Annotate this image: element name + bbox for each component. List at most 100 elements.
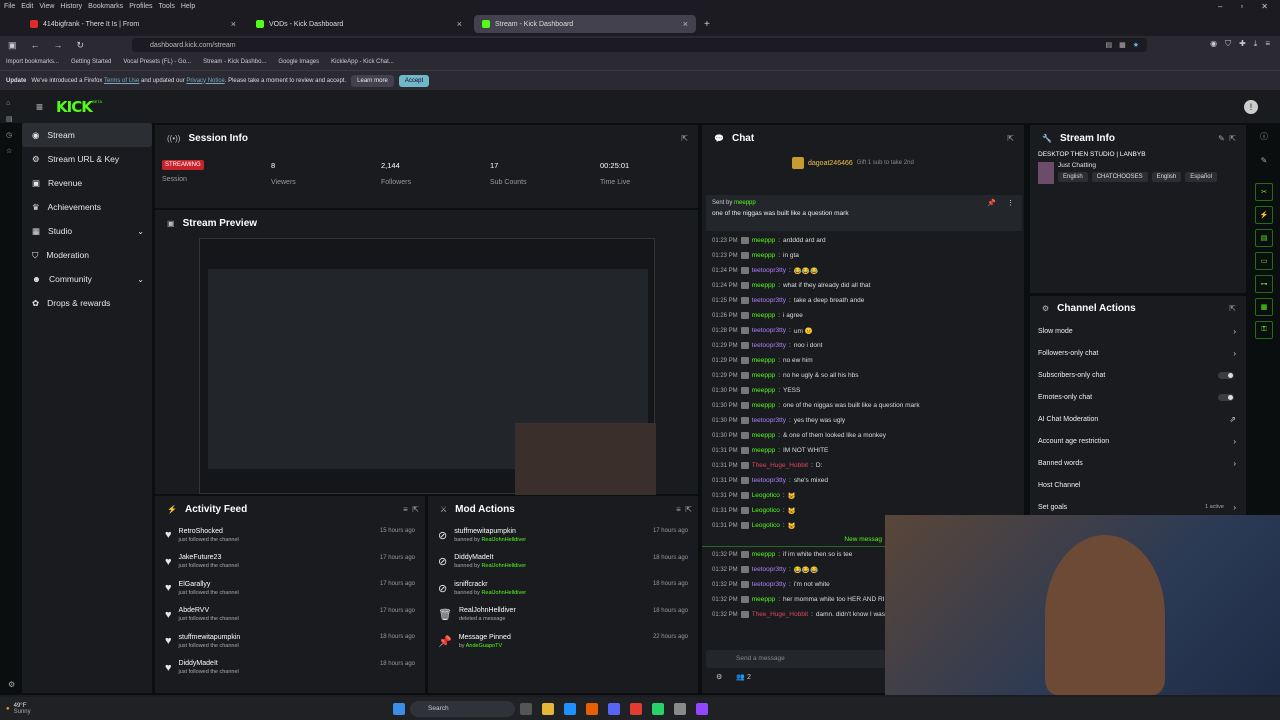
host-channel-row[interactable]: Host Channel	[1030, 474, 1246, 496]
picture-icon[interactable]: ▦	[1119, 41, 1126, 49]
discord-icon[interactable]	[608, 702, 620, 715]
firefox-icon[interactable]	[586, 702, 598, 715]
chat-username[interactable]: meeppp	[752, 252, 776, 259]
popout-icon[interactable]: ⇱	[681, 134, 688, 143]
tab-stream[interactable]: Stream - Kick Dashboard ×	[474, 15, 696, 33]
reader-icon[interactable]: ▤	[1105, 41, 1112, 49]
task-view-icon[interactable]	[520, 702, 532, 715]
popout-icon[interactable]: ⇱	[1007, 134, 1014, 143]
rail-card-button[interactable]: ▭	[1255, 252, 1273, 270]
pencil-icon[interactable]: ✎	[1250, 156, 1278, 165]
stream-preview-video[interactable]	[199, 238, 656, 495]
settings-gear-icon[interactable]: ⚙	[8, 680, 15, 689]
back-icon[interactable]: ←	[31, 40, 40, 50]
menu-history[interactable]: History	[60, 3, 82, 10]
taskbar-search[interactable]: Search	[410, 700, 515, 717]
forward-icon[interactable]: →	[54, 40, 63, 50]
star-icon[interactable]: ☆	[6, 147, 20, 155]
new-tab-button[interactable]: +	[704, 19, 710, 30]
sidebar-item-achievements[interactable]: ♛ Achievements	[22, 195, 152, 219]
chat-username[interactable]: meeppp	[752, 387, 776, 394]
chat-input[interactable]: Send a message	[706, 650, 886, 668]
subscribers-only-toggle[interactable]	[1218, 371, 1234, 379]
edit-icon[interactable]: ✎ ⇱	[1218, 134, 1236, 143]
windows-start-icon[interactable]	[393, 702, 405, 715]
chat-username[interactable]: teetoopr3tty	[752, 267, 786, 274]
chat-username[interactable]: meeppp	[752, 237, 776, 244]
steam-icon[interactable]	[674, 702, 686, 715]
chat-username[interactable]: meeppp	[752, 357, 776, 364]
chat-username[interactable]: meeppp	[752, 551, 776, 558]
menu-edit[interactable]: Edit	[21, 3, 33, 10]
filter-icon[interactable]: ≡ ⇱	[403, 505, 419, 514]
chat-username[interactable]: meeppp	[752, 447, 776, 454]
chat-username[interactable]: teetoopr3tty	[752, 297, 786, 304]
bookmark-google-images[interactable]: Google Images	[278, 59, 319, 65]
close-tab-icon[interactable]: ×	[457, 19, 462, 29]
rail-clips-button[interactable]: ✂	[1255, 183, 1273, 201]
popout-icon[interactable]: ⇱	[1229, 304, 1236, 313]
info-icon[interactable]: ⓘ	[1250, 131, 1278, 142]
rail-doc-button[interactable]: ▤	[1255, 229, 1273, 247]
sidebar-item-studio[interactable]: ▦ Studio ⌄	[22, 219, 152, 243]
shield-icon[interactable]: ⛉	[1225, 39, 1231, 49]
chat-username[interactable]: Leogotico	[752, 522, 780, 529]
file-explorer-icon[interactable]	[542, 702, 554, 715]
sidebar-toggle-icon[interactable]: ▣	[8, 40, 17, 51]
edge-icon[interactable]	[564, 702, 576, 715]
download-icon[interactable]: ⤓	[1254, 39, 1258, 49]
maximize-icon[interactable]: ▫	[1240, 2, 1243, 11]
menu-icon[interactable]: ≡	[1265, 39, 1270, 49]
sidebar-item-drops-rewards[interactable]: ✿ Drops & rewards	[22, 291, 152, 315]
close-tab-icon[interactable]: ×	[683, 19, 688, 29]
privacy-link[interactable]: Privacy Notice	[186, 78, 224, 84]
chat-username[interactable]: meeppp	[752, 596, 776, 603]
rail-key-button[interactable]: ⚿	[1255, 321, 1273, 339]
chat-username[interactable]: teetoopr3tty	[752, 581, 786, 588]
whatsapp-icon[interactable]	[652, 702, 664, 715]
account-age-row[interactable]: Account age restriction ›	[1030, 430, 1246, 452]
more-options-icon[interactable]: ⋮	[1007, 199, 1014, 207]
menu-bookmarks[interactable]: Bookmarks	[88, 3, 123, 10]
bookmark-stream-kick[interactable]: Stream - Kick Dashbo...	[203, 59, 266, 65]
followers-only-row[interactable]: Followers-only chat ›	[1030, 342, 1246, 364]
rail-cal-button[interactable]: ▦	[1255, 298, 1273, 316]
chat-username[interactable]: meeppp	[752, 312, 776, 319]
bookmark-kickleapp[interactable]: KickleApp - Kick Chat...	[331, 59, 394, 65]
menu-help[interactable]: Help	[181, 3, 195, 10]
chat-username[interactable]: teetoopr3tty	[752, 566, 786, 573]
slow-mode-row[interactable]: Slow mode ›	[1030, 320, 1246, 342]
rail-link-button[interactable]: ⊶	[1255, 275, 1273, 293]
menu-file[interactable]: File	[4, 3, 15, 10]
url-bar[interactable]: dashboard.kick.com/stream ▤ ▦ ★	[132, 38, 1147, 52]
hamburger-menu-icon[interactable]: ≡	[36, 100, 43, 114]
bookmark-vocal-presets[interactable]: Vocal Presets (FL) - Go...	[123, 59, 191, 65]
chat-username[interactable]: meeppp	[752, 372, 776, 379]
chat-settings-icon[interactable]: ⚙	[716, 673, 722, 681]
pin-icon[interactable]: 📌	[987, 199, 996, 207]
tab-vods[interactable]: VODs - Kick Dashboard ×	[248, 15, 470, 33]
profile-avatar[interactable]: !	[1244, 100, 1258, 114]
sidebar-item-moderation[interactable]: ⛉ Moderation	[22, 243, 152, 267]
menu-tools[interactable]: Tools	[159, 3, 175, 10]
minimize-icon[interactable]: –	[1218, 2, 1222, 11]
chat-username[interactable]: meeppp	[752, 432, 776, 439]
sidebar-item-revenue[interactable]: ▣ Revenue	[22, 171, 152, 195]
sidebar-item-stream[interactable]: ◉ Stream	[22, 123, 152, 147]
close-tab-icon[interactable]: ×	[231, 19, 236, 29]
emotes-only-toggle[interactable]	[1218, 393, 1234, 401]
extensions-icon[interactable]: ✚	[1239, 39, 1246, 49]
sidebar-item-stream-url-key[interactable]: ⚙ Stream URL & Key	[22, 147, 152, 171]
home-icon[interactable]: ⌂	[6, 100, 20, 107]
chat-username[interactable]: Leogotico	[752, 507, 780, 514]
kick-logo[interactable]: KICK	[56, 98, 93, 116]
bookmark-star-icon[interactable]: ★	[1133, 41, 1139, 49]
app-icon[interactable]	[696, 702, 708, 715]
chat-username[interactable]: Leogotico	[752, 492, 780, 499]
menu-profiles[interactable]: Profiles	[129, 3, 152, 10]
chat-username[interactable]: teetoopr3tty	[752, 327, 786, 334]
ai-moderation-row[interactable]: AI Chat Moderation ⇗	[1030, 408, 1246, 430]
chat-username[interactable]: teetoopr3tty	[752, 417, 786, 424]
accept-button[interactable]: Accept	[398, 74, 430, 87]
reload-icon[interactable]: ↻	[77, 40, 85, 51]
